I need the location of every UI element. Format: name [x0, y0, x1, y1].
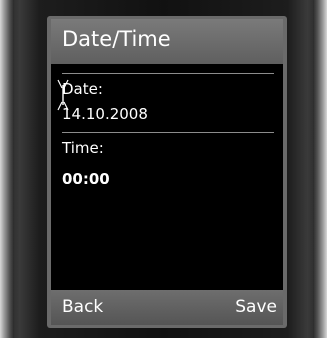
back-button[interactable]: Back: [62, 297, 103, 317]
save-button[interactable]: Save: [235, 297, 277, 317]
date-field[interactable]: 14.10.2008: [62, 105, 148, 123]
display-screen: Date/Time Date: 14.10.2008 Time: 00:00 B…: [51, 19, 283, 325]
time-field[interactable]: 00:00: [62, 170, 110, 188]
top-divider: [62, 73, 274, 74]
handset-left-bezel: [0, 0, 14, 338]
title-bar: Date/Time: [51, 19, 283, 64]
time-label: Time:: [62, 139, 104, 157]
handset-right-bezel: [313, 0, 327, 338]
page-title: Date/Time: [62, 27, 171, 51]
date-divider: [62, 132, 274, 133]
softkey-bar: Back Save: [51, 290, 283, 325]
